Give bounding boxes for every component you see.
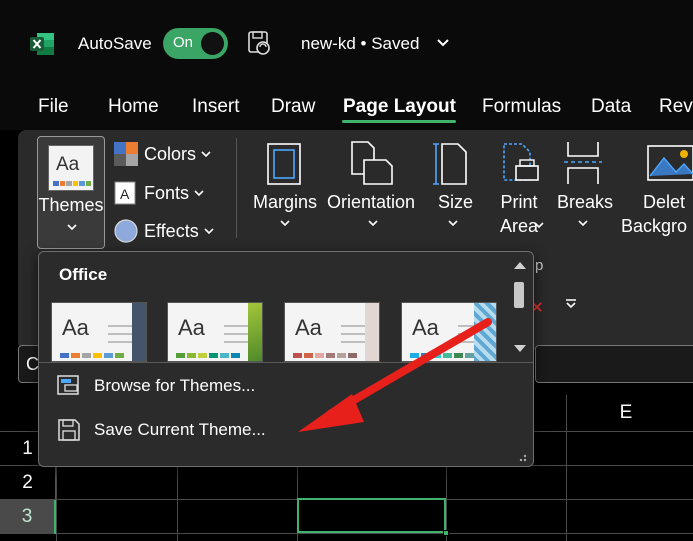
tab-draw[interactable]: Draw <box>271 96 315 118</box>
theme-swatches <box>60 353 124 358</box>
orientation-icon[interactable] <box>350 140 394 186</box>
chevron-down-icon <box>368 220 378 227</box>
theme-swatches <box>293 353 357 358</box>
themes-thumbnail: Aa <box>48 145 94 191</box>
print-area-line2: Area <box>500 216 539 236</box>
chevron-down-icon <box>448 220 458 227</box>
themes-dropdown: Office Aa Aa Aa Aa Browse for Themes... … <box>38 251 534 467</box>
colors-button[interactable]: Colors <box>114 142 211 166</box>
theme-tile-office[interactable]: Aa <box>51 302 147 362</box>
browse-for-themes-label: Browse for Themes... <box>94 376 256 395</box>
save-disk-icon <box>58 419 80 441</box>
tab-file[interactable]: File <box>38 96 69 118</box>
browse-themes-icon <box>57 375 79 395</box>
chevron-down-icon <box>201 150 211 157</box>
theme-tile-pink[interactable]: Aa <box>284 302 380 362</box>
scroll-thumb[interactable] <box>514 282 524 308</box>
chevron-down-icon <box>204 227 214 234</box>
save-current-theme-label: Save Current Theme... <box>94 420 266 439</box>
chevron-down-icon <box>67 224 77 231</box>
effects-icon <box>114 219 138 243</box>
theme-swatches <box>176 353 240 358</box>
colors-icon <box>114 142 138 166</box>
tab-insert[interactable]: Insert <box>192 96 240 118</box>
size-icon[interactable] <box>432 140 472 186</box>
browse-for-themes-item[interactable]: Browse for Themes... <box>57 375 255 397</box>
tab-review[interactable]: Rev <box>659 96 693 118</box>
delete-background-icon[interactable] <box>646 140 693 186</box>
fonts-button[interactable]: A Fonts <box>114 181 204 205</box>
formula-bar-expand-icon[interactable] <box>565 298 577 310</box>
tab-home[interactable]: Home <box>108 96 159 118</box>
theme-aa-glyph: Aa <box>62 315 89 340</box>
chevron-down-icon[interactable] <box>437 38 449 48</box>
toggle-state-label: On <box>173 34 194 51</box>
dropdown-scrollbar[interactable] <box>509 256 531 362</box>
active-cell[interactable] <box>297 498 446 533</box>
fonts-label: Fonts <box>144 182 190 203</box>
print-area-line1: Print <box>500 192 538 212</box>
save-sync-icon[interactable] <box>247 30 271 56</box>
size-label[interactable]: Size <box>438 192 473 213</box>
delete-background-label[interactable]: Delet Backgro <box>621 190 687 238</box>
tab-data[interactable]: Data <box>591 96 631 118</box>
title-bar: AutoSave On new-kd • Saved <box>0 0 693 86</box>
chevron-down-icon <box>280 220 290 227</box>
fonts-icon: A <box>114 181 136 205</box>
scroll-up-icon[interactable] <box>513 260 527 270</box>
dropdown-divider <box>39 362 533 363</box>
column-header-e[interactable]: E <box>566 402 686 439</box>
theme-edge <box>132 303 146 361</box>
themes-button[interactable]: Aa Themes <box>37 136 105 249</box>
theme-edge <box>365 303 379 361</box>
ribbon-group-label: p <box>535 257 544 274</box>
margins-label[interactable]: Margins <box>253 192 317 213</box>
tab-page-layout[interactable]: Page Layout <box>343 96 456 118</box>
chevron-down-icon <box>578 220 588 227</box>
effects-button[interactable]: Effects <box>114 219 214 243</box>
breaks-label[interactable]: Breaks <box>557 192 613 213</box>
print-area-label[interactable]: Print Area <box>500 190 538 238</box>
document-name[interactable]: new-kd • Saved <box>301 34 419 54</box>
themes-label: Themes <box>38 195 104 215</box>
fill-handle[interactable] <box>443 530 449 536</box>
tab-formulas[interactable]: Formulas <box>482 96 561 118</box>
row-header-2[interactable]: 2 <box>0 466 56 500</box>
themes-color-bars <box>53 181 91 186</box>
dropdown-section-heading: Office <box>59 265 108 284</box>
excel-logo-icon[interactable] <box>29 31 55 57</box>
active-tab-underline <box>342 120 456 123</box>
orientation-label[interactable]: Orientation <box>327 192 415 213</box>
grid-row-line <box>0 533 693 534</box>
breaks-icon[interactable] <box>562 140 604 186</box>
theme-edge <box>248 303 262 361</box>
colors-label: Colors <box>144 143 197 164</box>
margins-icon[interactable] <box>266 142 302 186</box>
theme-aa-glyph: Aa <box>412 315 439 340</box>
ribbon-group-separator <box>236 138 237 238</box>
theme-tile-blue[interactable]: Aa <box>401 302 497 362</box>
theme-aa-glyph: Aa <box>295 315 322 340</box>
delete-background-line1: Delet <box>643 192 686 212</box>
autosave-toggle[interactable]: On <box>163 28 228 59</box>
svg-text:A: A <box>120 186 130 202</box>
chevron-down-icon <box>194 189 204 196</box>
resize-grip-icon[interactable] <box>517 452 527 462</box>
row-header-3[interactable]: 3 <box>0 500 56 534</box>
theme-swatches <box>410 353 474 358</box>
theme-aa-glyph: Aa <box>178 315 205 340</box>
formula-bar-input[interactable] <box>535 345 693 383</box>
ribbon-tabs: File Home Insert Draw Page Layout Formul… <box>0 86 693 130</box>
toggle-knob <box>201 32 224 55</box>
chevron-down-icon <box>534 222 544 229</box>
delete-background-line2: Backgro <box>621 216 688 236</box>
theme-edge <box>474 303 496 361</box>
print-area-icon[interactable] <box>500 140 540 186</box>
themes-aa-glyph: Aa <box>56 154 80 175</box>
autosave-label: AutoSave <box>78 34 152 53</box>
scroll-down-icon[interactable] <box>513 344 527 354</box>
effects-label: Effects <box>144 220 199 241</box>
save-current-theme-item[interactable]: Save Current Theme... <box>57 419 266 441</box>
theme-tile-green[interactable]: Aa <box>167 302 263 362</box>
